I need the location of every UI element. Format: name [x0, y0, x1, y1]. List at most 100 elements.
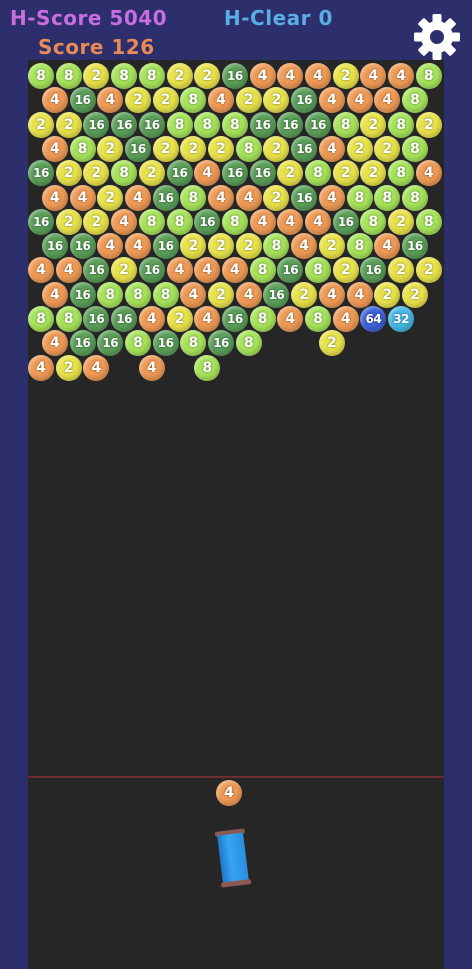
bubble: 16	[83, 257, 110, 284]
bubble: 4	[124, 233, 151, 260]
playfield[interactable]: 8 8 2 8 8 2 2 16 4 4 4 2 4 4 8 4 16 4 2 2 8 4 2 2 16 4 4 4 8 2 2 16 16 16…	[28, 60, 444, 969]
bubble: 16	[138, 111, 165, 138]
bubble: 2	[415, 257, 442, 284]
bubble: 8	[360, 208, 387, 235]
bubble: 2	[124, 87, 151, 114]
bubble: 4	[332, 306, 359, 332]
bubble: 8	[152, 281, 179, 308]
bubble: 2	[166, 306, 193, 332]
bubble: 8	[111, 63, 138, 89]
bubble: 8	[249, 306, 276, 332]
bubble: 16	[152, 233, 179, 260]
bubble: 8	[28, 306, 54, 332]
bubble: 4	[374, 233, 401, 260]
bubble: 2	[318, 330, 345, 357]
bubble: 4	[97, 87, 124, 114]
bubble: 8	[388, 111, 415, 138]
bubble: 2	[235, 87, 262, 114]
bubble: 2	[28, 111, 54, 138]
bubble: 2	[83, 160, 110, 187]
bubble: 4	[318, 87, 345, 114]
gear-icon	[414, 14, 460, 60]
bubble: 16	[83, 306, 110, 332]
bubble: 4	[138, 306, 165, 332]
bubble: 4	[138, 354, 165, 381]
bubble-launcher[interactable]	[214, 828, 252, 888]
bubble: 2	[55, 354, 82, 381]
bubble: 2	[152, 87, 179, 114]
bubble: 16	[152, 330, 179, 357]
bubble: 2	[346, 135, 373, 162]
bubble: 4	[124, 184, 151, 211]
bubble: 2	[97, 184, 124, 211]
bubble: 16	[360, 257, 387, 284]
bubble: 2	[194, 63, 221, 89]
bubble: 4	[305, 63, 331, 89]
bubble: 2	[332, 160, 359, 187]
bubble: 2	[111, 257, 138, 284]
bubble: 4	[41, 184, 68, 211]
bubble: 2	[263, 135, 290, 162]
bubble: 8	[138, 63, 165, 89]
bubble: 4	[180, 281, 207, 308]
bubble: 4	[194, 257, 221, 284]
bubble: 16	[28, 160, 54, 187]
bubble: 16	[291, 184, 318, 211]
bubble: 4	[194, 160, 221, 187]
bubble: 8	[346, 233, 373, 260]
bubble: 4	[41, 135, 68, 162]
bubble: 8	[305, 160, 331, 187]
bubble: 8	[401, 184, 428, 211]
bubble: 4	[28, 354, 54, 381]
bubble: 2	[138, 160, 165, 187]
bubble: 16	[111, 306, 138, 332]
bubble: 32	[388, 306, 415, 332]
bubble: 8	[111, 160, 138, 187]
bubble: 16	[401, 233, 428, 260]
bubble: 2	[388, 257, 415, 284]
bubble: 4	[374, 87, 401, 114]
bubble: 2	[263, 87, 290, 114]
bubble: 16	[69, 87, 96, 114]
bubble: 2	[83, 208, 110, 235]
bubble: 8	[415, 208, 442, 235]
high-score-label: H-Score 5040	[10, 6, 168, 30]
bubble: 4	[318, 281, 345, 308]
bubble: 4	[28, 257, 54, 284]
bubble: 2	[235, 233, 262, 260]
bubble: 8	[221, 111, 248, 138]
bubble: 16	[83, 111, 110, 138]
bubble: 8	[124, 281, 151, 308]
bubble: 2	[332, 63, 359, 89]
bubble: 4	[208, 87, 235, 114]
bubble: 8	[249, 257, 276, 284]
bubble: 16	[69, 233, 96, 260]
bubble: 64	[360, 306, 387, 332]
bubble: 16	[111, 111, 138, 138]
deadline-line	[28, 776, 444, 778]
bubble: 4	[388, 63, 415, 89]
bubble: 8	[180, 184, 207, 211]
bubble: 8	[332, 111, 359, 138]
bubble: 4	[41, 87, 68, 114]
bubble: 2	[415, 111, 442, 138]
bubble: 4	[291, 233, 318, 260]
bubble: 16	[69, 330, 96, 357]
bubble: 2	[291, 281, 318, 308]
bubble: 8	[55, 306, 82, 332]
bubble: 2	[360, 111, 387, 138]
bubble: 8	[194, 354, 221, 381]
bubble: 2	[388, 208, 415, 235]
bubble: 2	[166, 63, 193, 89]
bubble: 16	[166, 160, 193, 187]
bubble: 16	[249, 160, 276, 187]
bubble: 8	[124, 330, 151, 357]
bubble: 4	[194, 306, 221, 332]
bubble: 16	[305, 111, 331, 138]
settings-gear-icon[interactable]	[412, 12, 462, 62]
bubble: 8	[194, 111, 221, 138]
bubble: 8	[305, 306, 331, 332]
bubble: 8	[97, 281, 124, 308]
bubble: 4	[249, 208, 276, 235]
bubble: 4	[346, 281, 373, 308]
